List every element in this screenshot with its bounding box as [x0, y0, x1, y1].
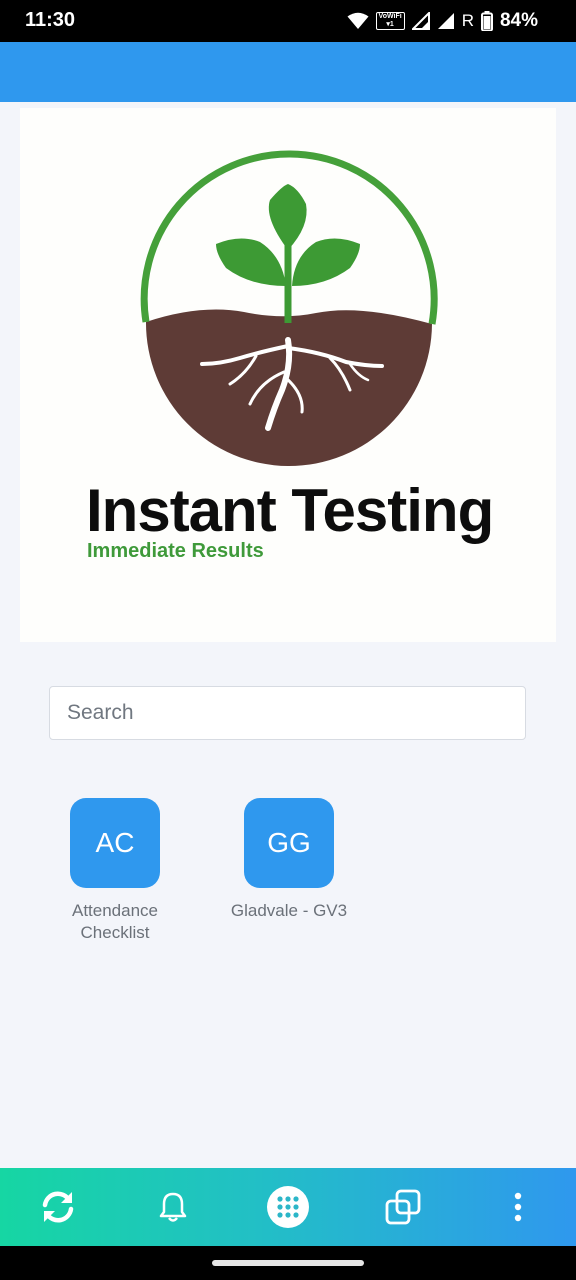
search-input[interactable]: [50, 687, 525, 739]
sync-icon: [42, 1191, 74, 1223]
status-time: 11:30: [25, 9, 76, 31]
more-vertical-icon: [514, 1192, 522, 1222]
app-bar: [0, 42, 576, 102]
search-box: [49, 686, 526, 740]
nav-more-button[interactable]: [483, 1168, 553, 1246]
bell-icon: [159, 1192, 187, 1222]
nav-copy-button[interactable]: [368, 1168, 438, 1246]
signal-roaming-icon: [437, 13, 454, 29]
app-label: Gladvale - GV3: [214, 900, 364, 922]
nav-apps-button[interactable]: [253, 1168, 323, 1246]
app-icon[interactable]: GG: [244, 798, 334, 888]
app-icon[interactable]: AC: [70, 798, 160, 888]
app-tile-gladvale-gv3[interactable]: GG Gladvale - GV3: [214, 798, 364, 922]
vowifi-icon: VoWiFi ▾1: [375, 12, 405, 30]
nav-notifications-button[interactable]: [138, 1168, 208, 1246]
home-gesture-pill[interactable]: [212, 1260, 364, 1266]
bottom-nav: [0, 1168, 576, 1246]
app-label-line: Attendance: [71, 901, 158, 920]
wifi-icon: [347, 12, 369, 29]
app-label: Attendance Checklist: [40, 900, 190, 944]
copy-icon: [385, 1189, 421, 1225]
status-bar: 11:30 VoWiFi ▾1 R 84%: [0, 0, 576, 42]
roaming-indicator: R: [461, 11, 474, 30]
nav-home-circle: [267, 1186, 309, 1228]
signal-icon: [411, 12, 430, 30]
logo-title: Instant Testing: [86, 477, 494, 544]
nav-sync-button[interactable]: [23, 1168, 93, 1246]
apps-grid-icon: [277, 1196, 299, 1218]
logo-subtitle: Immediate Results: [87, 540, 264, 562]
battery-icon: [480, 11, 493, 31]
app-tile-attendance-checklist[interactable]: AC Attendance Checklist: [40, 798, 190, 944]
vowifi-label: VoWiFi: [378, 13, 402, 20]
logo-card: Instant Testing Immediate Results: [20, 108, 556, 642]
app-label-line: Checklist: [80, 923, 150, 942]
status-icons: VoWiFi ▾1 R 84%: [347, 8, 538, 34]
app-label-line: Gladvale - GV3: [230, 901, 348, 920]
system-nav-bar: [0, 1246, 576, 1280]
battery-percent: 84%: [499, 10, 538, 31]
plant-logo-icon: [140, 150, 438, 467]
